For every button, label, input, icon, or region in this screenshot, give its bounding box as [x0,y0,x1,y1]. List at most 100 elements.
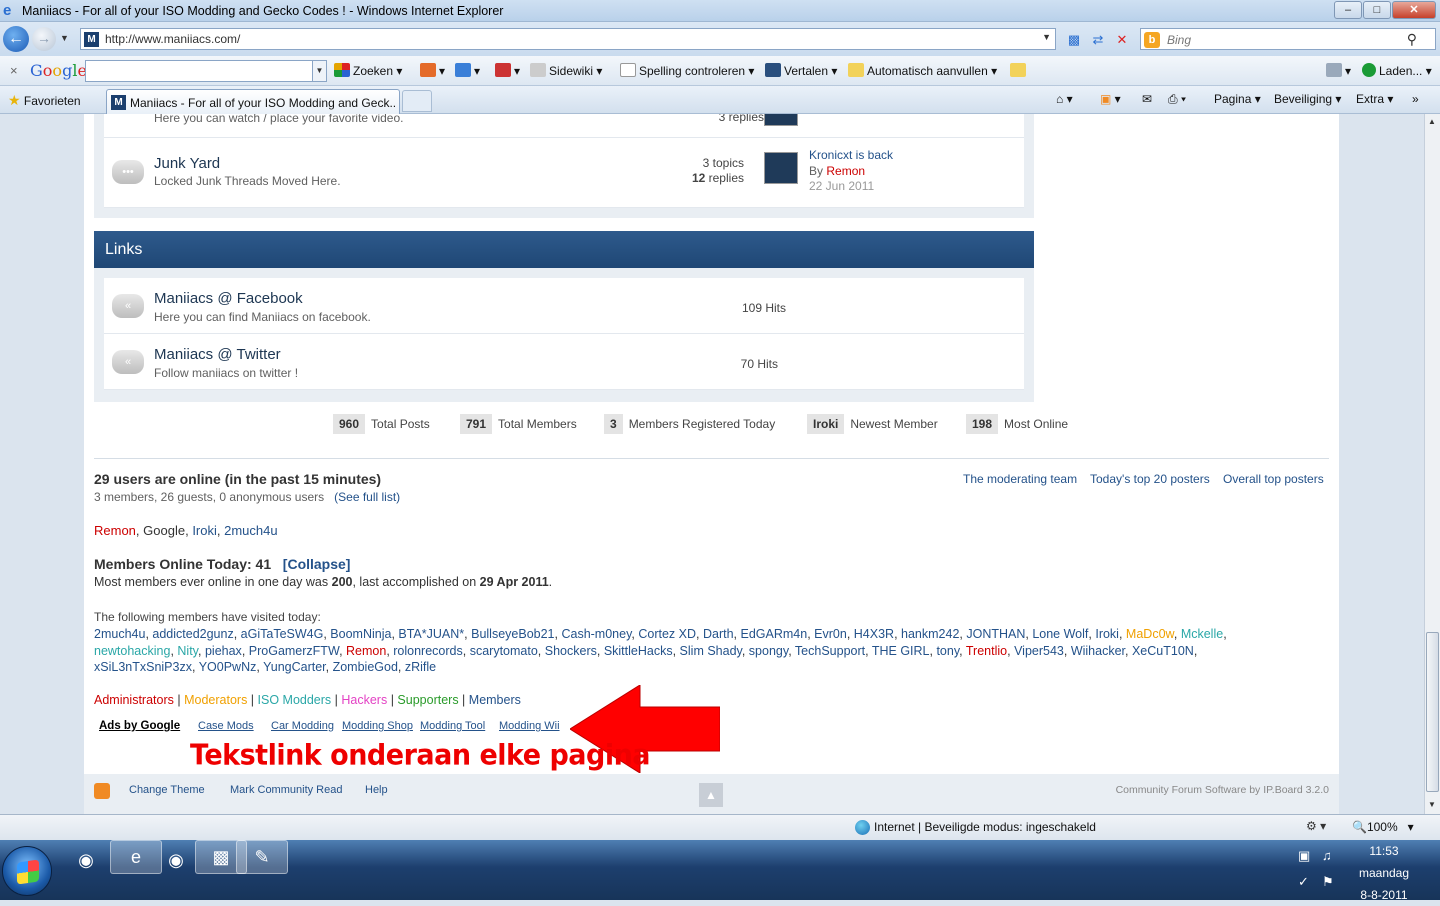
visited-member-link[interactable]: EdGARm4n [741,627,808,641]
account-button[interactable]: Laden... ▾ [1362,63,1432,78]
visited-member-link[interactable]: BTA*JUAN* [398,627,464,641]
feeds-button[interactable]: ▣ ▾ [1100,92,1121,106]
link-title[interactable]: Maniiacs @ Twitter [154,346,281,363]
ad-link[interactable]: Case Mods [198,720,254,732]
highlight-button[interactable] [1010,63,1029,78]
translate-button[interactable]: Vertalen ▾ [765,63,837,78]
address-dropdown-icon[interactable]: ▼ [1042,32,1051,42]
visited-member-link[interactable]: MaDc0w [1126,627,1174,641]
visited-member-link[interactable]: SkittleHacks [604,644,673,658]
flag-tray-icon[interactable]: ⚑ [1322,874,1334,890]
share-button[interactable]: ▾ [495,63,520,78]
back-to-top-icon[interactable]: ▲ [699,783,723,807]
toolbar-close-icon[interactable]: × [10,63,18,78]
visited-member-link[interactable]: aGiTaTeSW4G [241,627,324,641]
change-theme-link[interactable]: Change Theme [129,784,205,796]
close-button[interactable]: ✕ [1392,1,1436,19]
favorites-button[interactable]: ★ Favorieten [8,92,81,109]
visited-member-link[interactable]: TechSupport [795,644,865,658]
last-post-link[interactable]: Kronicxt is back [809,148,893,162]
scroll-up-icon[interactable]: ▲ [1428,117,1436,126]
toolbar-overflow-icon[interactable]: » [1412,92,1419,106]
protected-mode-icon[interactable]: ⚙ ▾ [1306,819,1326,833]
visited-member-link[interactable]: THE GIRL [872,644,930,658]
collapse-link[interactable]: [Collapse] [283,556,351,572]
ad-link[interactable]: Car Modding [271,720,334,732]
home-button[interactable]: ⌂ ▾ [1056,92,1073,106]
visited-member-link[interactable]: newtohacking [94,644,170,658]
visited-member-link[interactable]: Shockers [545,644,597,658]
ad-link[interactable]: Modding Tool [420,720,485,732]
visited-member-link[interactable]: Iroki [1095,627,1119,641]
online-user-link[interactable]: Google [143,523,185,538]
visited-member-link[interactable]: Mckelle [1181,627,1223,641]
settings-button[interactable]: ▾ [1326,63,1351,78]
visited-member-link[interactable]: Cortez XD [638,627,696,641]
address-field[interactable]: M http://www.maniiacs.com/ ▼ [80,28,1056,50]
address-url[interactable]: http://www.maniiacs.com/ [105,32,240,46]
visited-member-link[interactable]: scarytomato [470,644,538,658]
ad-link[interactable]: Modding Shop [342,720,413,732]
google-search-button[interactable]: Zoeken ▾ [334,63,402,78]
new-tab-button[interactable] [402,90,432,112]
help-link[interactable]: Help [365,784,388,796]
visited-member-link[interactable]: xSiL3nTxSniP3zx [94,660,192,674]
mark-community-read-link[interactable]: Mark Community Read [230,784,342,796]
forum-title-link[interactable]: Junk Yard [154,155,220,172]
search-placeholder[interactable]: Bing [1167,33,1191,47]
visited-member-link[interactable]: BoomNinja [330,627,391,641]
maximize-button[interactable]: □ [1363,1,1391,19]
visited-member-link[interactable]: XeCuT10N [1132,644,1194,658]
compatibility-view-icon[interactable]: ▩ [1062,30,1086,50]
moderating-team-link[interactable]: The moderating team [963,472,1077,486]
print-button[interactable]: ⎙ ▾ [1168,92,1186,107]
vertical-scrollbar[interactable]: ▲ ▼ [1424,114,1440,814]
security-menu[interactable]: Beveiliging ▾ [1274,92,1341,106]
rss-icon[interactable] [94,783,110,799]
stop-icon[interactable]: ✕ [1110,30,1134,50]
visited-member-link[interactable]: Evr0n [814,627,847,641]
visited-member-link[interactable]: Nity [177,644,198,658]
volume-tray-icon[interactable]: ♫ [1322,848,1332,863]
network-tray-icon[interactable]: ▣ [1298,848,1310,864]
visited-member-link[interactable]: YO0PwNz [199,660,257,674]
clock[interactable]: 11:53 maandag 8-8-2011 [1344,840,1424,906]
online-user-link[interactable]: 2much4u [224,523,277,538]
refresh-icon[interactable]: ⇄ [1086,30,1110,50]
avatar[interactable] [764,114,798,126]
scrollbar-thumb[interactable] [1426,632,1439,792]
paint-icon[interactable]: ✎ [236,840,288,874]
visited-member-link[interactable]: Darth [703,627,734,641]
visited-member-link[interactable]: YungCarter [263,660,326,674]
visited-member-link[interactable]: tony [936,644,959,658]
ads-by-google-link[interactable]: Ads by Google [99,720,180,732]
visited-member-link[interactable]: piehax [205,644,242,658]
visited-member-link[interactable]: zRifle [405,660,436,674]
autofill-button[interactable]: Automatisch aanvullen ▾ [848,63,997,78]
visited-member-link[interactable]: ZombieGod [333,660,398,674]
back-button[interactable]: ← [3,26,29,52]
ad-link[interactable]: Modding Wii [499,720,560,732]
tab-maniiacs[interactable]: M Maniiacs - For all of your ISO Modding… [106,89,400,114]
google-search-input[interactable]: ▼ [85,60,327,82]
scroll-down-icon[interactable]: ▼ [1428,800,1436,809]
visited-member-link[interactable]: ProGamerzFTW [249,644,339,658]
page-menu[interactable]: Pagina ▾ [1214,92,1261,106]
visited-member-link[interactable]: BullseyeBob21 [471,627,554,641]
visited-member-link[interactable]: Slim Shady [680,644,742,658]
visited-member-link[interactable]: H4X3R [854,627,894,641]
zoom-level[interactable]: 🔍100% ▾ [1352,820,1414,834]
minimize-button[interactable]: – [1334,1,1362,19]
visited-member-link[interactable]: Lone Wolf [1032,627,1088,641]
visited-member-link[interactable]: 2much4u [94,627,145,641]
search-box[interactable]: b Bing ⚲ [1140,28,1436,50]
visited-member-link[interactable]: Wiihacker [1071,644,1125,658]
add-button[interactable]: ▾ [455,63,480,78]
avatar[interactable] [764,152,798,184]
last-post-user-link[interactable]: Remon [826,164,865,178]
sidewiki-button[interactable]: Sidewiki ▾ [530,63,602,78]
link-title[interactable]: Maniiacs @ Facebook [154,290,303,307]
visited-member-link[interactable]: spongy [749,644,788,658]
spelling-button[interactable]: Spelling controleren ▾ [620,63,754,78]
bookmarks-button[interactable]: ▾ [420,63,445,78]
